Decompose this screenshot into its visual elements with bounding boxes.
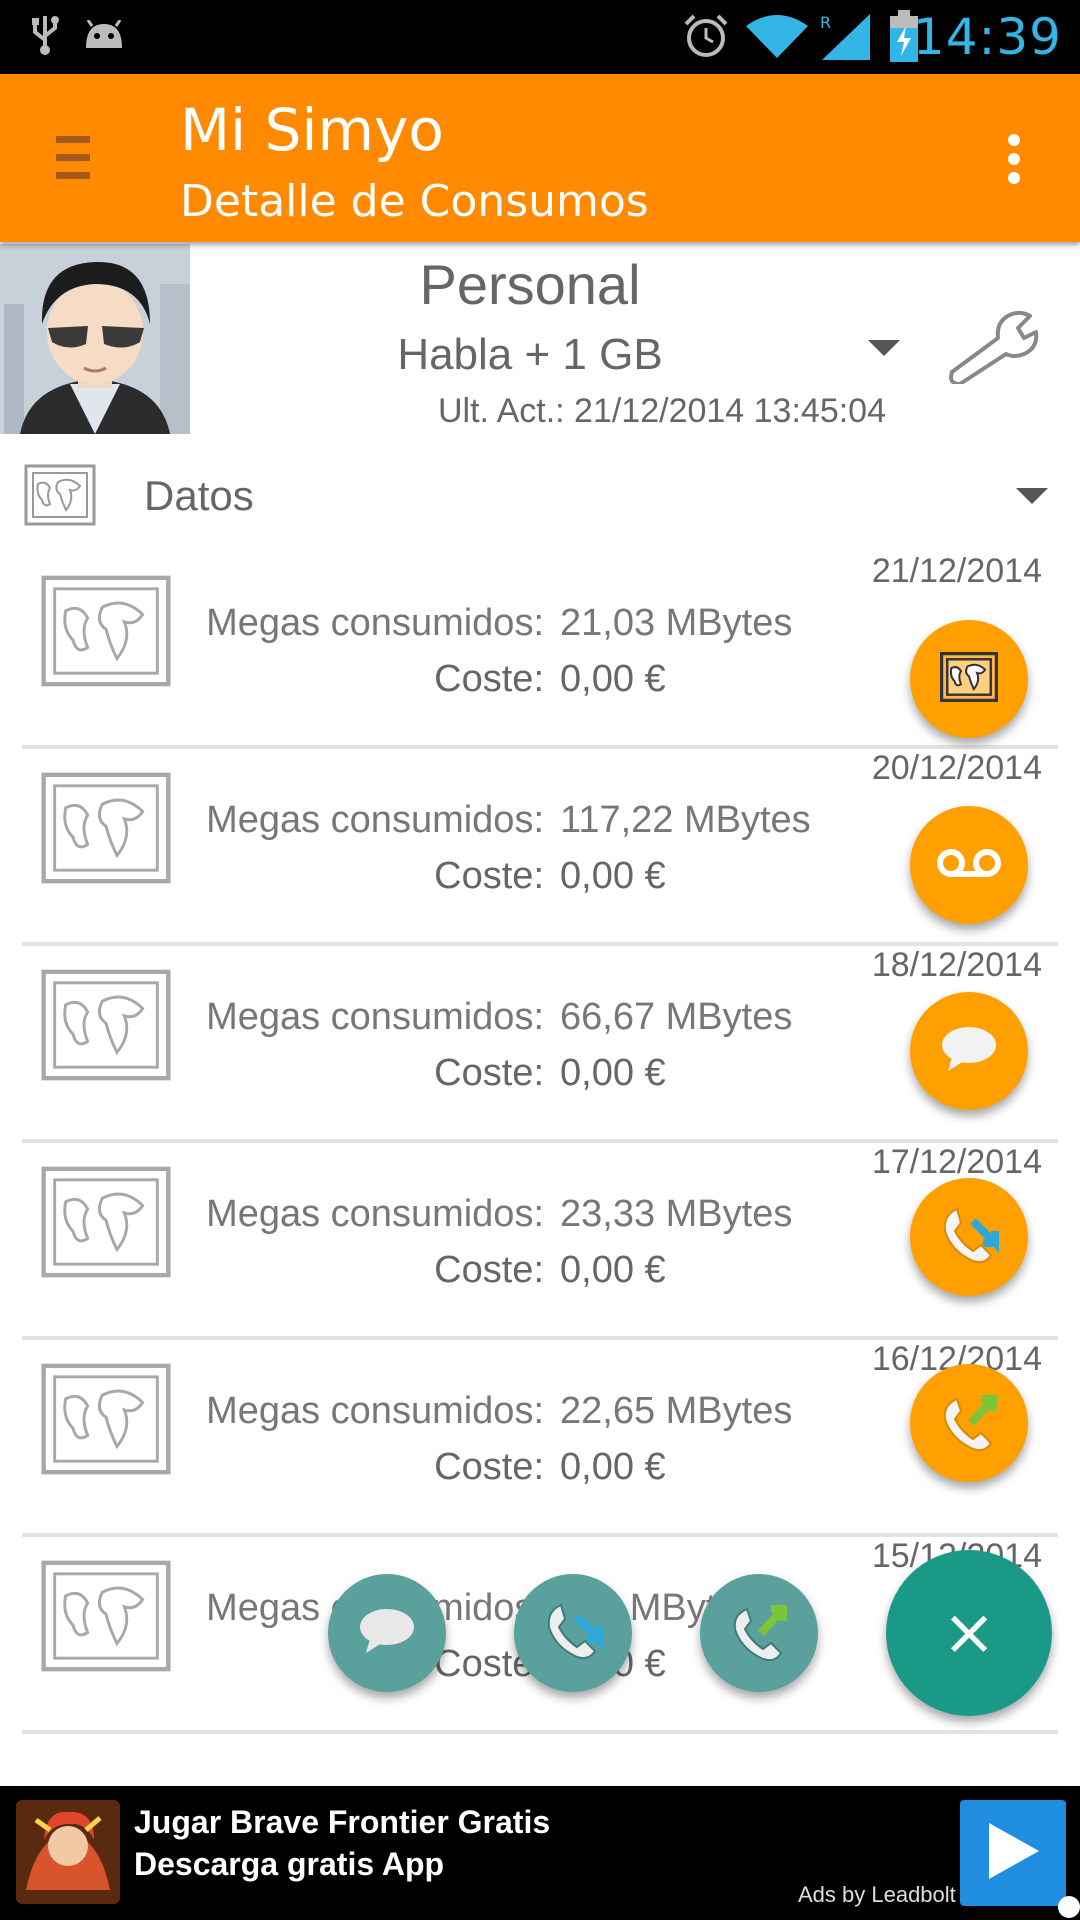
- voicemail-icon: [936, 848, 1002, 883]
- consumption-list[interactable]: 21/12/2014 Megas consumidos: 21,03 MBytes C…: [0, 552, 1080, 1742]
- wifi-icon: [746, 14, 808, 63]
- map-icon: [24, 464, 96, 531]
- row-cost-value: 0,00 €: [560, 1052, 666, 1094]
- outgoing-call-icon: [727, 1599, 791, 1668]
- svg-text:R: R: [820, 13, 831, 32]
- play-icon: [983, 1819, 1043, 1888]
- ad-thumbnail[interactable]: [16, 1800, 120, 1904]
- row-label: Megas consumidos:: [206, 602, 544, 644]
- status-bar: R 14:39: [0, 0, 1080, 74]
- section-label[interactable]: Datos: [144, 472, 254, 520]
- close-fab-menu-button[interactable]: ×: [886, 1550, 1052, 1716]
- avatar[interactable]: [0, 244, 190, 434]
- filter-data-button[interactable]: [910, 620, 1028, 738]
- row-date: 20/12/2014: [871, 749, 1042, 787]
- row-cost-value: 0,00 €: [560, 1446, 666, 1488]
- row-date: 21/12/2014: [871, 552, 1042, 590]
- overflow-menu-icon[interactable]: [1008, 134, 1022, 184]
- row-cost-label: Coste:: [434, 1052, 544, 1094]
- sms-bubble-icon: [358, 1607, 416, 1660]
- menu-icon[interactable]: [56, 136, 90, 180]
- profile-name: Personal: [419, 253, 641, 316]
- row-date: 17/12/2014: [871, 1143, 1042, 1181]
- dropdown-arrow-icon[interactable]: [868, 340, 900, 356]
- filter-incoming-calls-button[interactable]: [910, 1178, 1028, 1296]
- row-label: Megas consumidos:: [206, 1390, 544, 1432]
- row-value: 117,22 MBytes: [560, 799, 811, 841]
- map-icon: [40, 769, 172, 892]
- app-bar: Mi Simyo Detalle de Consumos: [0, 74, 1080, 242]
- ad-subtitle[interactable]: Descarga gratis App: [134, 1846, 444, 1883]
- row-cost-value: 0,00 €: [560, 1249, 666, 1291]
- app-title: Mi Simyo: [180, 96, 444, 164]
- row-cost-label: Coste:: [434, 855, 544, 897]
- incoming-call-icon: [541, 1599, 605, 1668]
- row-cost-value: 0,00 €: [560, 855, 666, 897]
- filter-outgoing-calls-button[interactable]: [910, 1364, 1028, 1482]
- map-icon: [40, 572, 172, 695]
- action-sms-button[interactable]: [328, 1574, 446, 1692]
- ad-play-button[interactable]: [960, 1800, 1066, 1906]
- filter-sms-button[interactable]: [910, 992, 1028, 1110]
- ad-provider: Ads by Leadbolt: [798, 1882, 956, 1907]
- incoming-call-icon: [937, 1203, 1001, 1272]
- row-value: 66,67 MBytes: [560, 996, 793, 1038]
- wrench-icon[interactable]: [944, 308, 1040, 389]
- map-icon: [40, 1360, 172, 1483]
- clock: 14:39: [912, 8, 1062, 66]
- divider: [22, 1730, 1058, 1734]
- row-value: 21,03 MBytes: [560, 602, 793, 644]
- usb-icon: [30, 12, 60, 61]
- row-label: Megas consumidos:: [206, 1193, 544, 1235]
- last-update: Ult. Act.: 21/12/2014 13:45:04: [438, 392, 886, 430]
- row-cost-label: Coste:: [434, 658, 544, 700]
- outgoing-call-icon: [937, 1389, 1001, 1458]
- row-cost-label: Coste:: [434, 1249, 544, 1291]
- android-debug-icon: [82, 19, 126, 55]
- alarm-icon: [682, 12, 730, 65]
- action-incoming-call-button[interactable]: [514, 1574, 632, 1692]
- row-value: 22,65 MBytes: [560, 1390, 793, 1432]
- action-outgoing-call-button[interactable]: [700, 1574, 818, 1692]
- row-value: 23,33 MBytes: [560, 1193, 793, 1235]
- section-dropdown-icon[interactable]: [1016, 488, 1048, 504]
- app-subtitle: Detalle de Consumos: [180, 176, 649, 227]
- row-cost-label: Coste:: [434, 1446, 544, 1488]
- ad-banner[interactable]: Jugar Brave Frontier Gratis Descarga gra…: [0, 1786, 1080, 1920]
- map-icon: [40, 1557, 172, 1680]
- row-label: Megas consumidos:: [206, 799, 544, 841]
- map-icon: [40, 1163, 172, 1286]
- sms-bubble-icon: [940, 1025, 998, 1078]
- data-map-icon: [940, 651, 998, 707]
- row-cost-value: 0,00 €: [560, 658, 666, 700]
- ad-info-icon[interactable]: [1058, 1896, 1080, 1918]
- close-icon: ×: [942, 1596, 996, 1670]
- plan-selector[interactable]: Habla + 1 GB: [190, 330, 870, 380]
- ad-title[interactable]: Jugar Brave Frontier Gratis: [134, 1804, 550, 1841]
- map-icon: [40, 966, 172, 1089]
- filter-voicemail-button[interactable]: [910, 806, 1028, 924]
- signal-roaming-icon: R: [818, 10, 874, 67]
- row-label: Megas consumidos:: [206, 996, 544, 1038]
- row-date: 18/12/2014: [871, 946, 1042, 984]
